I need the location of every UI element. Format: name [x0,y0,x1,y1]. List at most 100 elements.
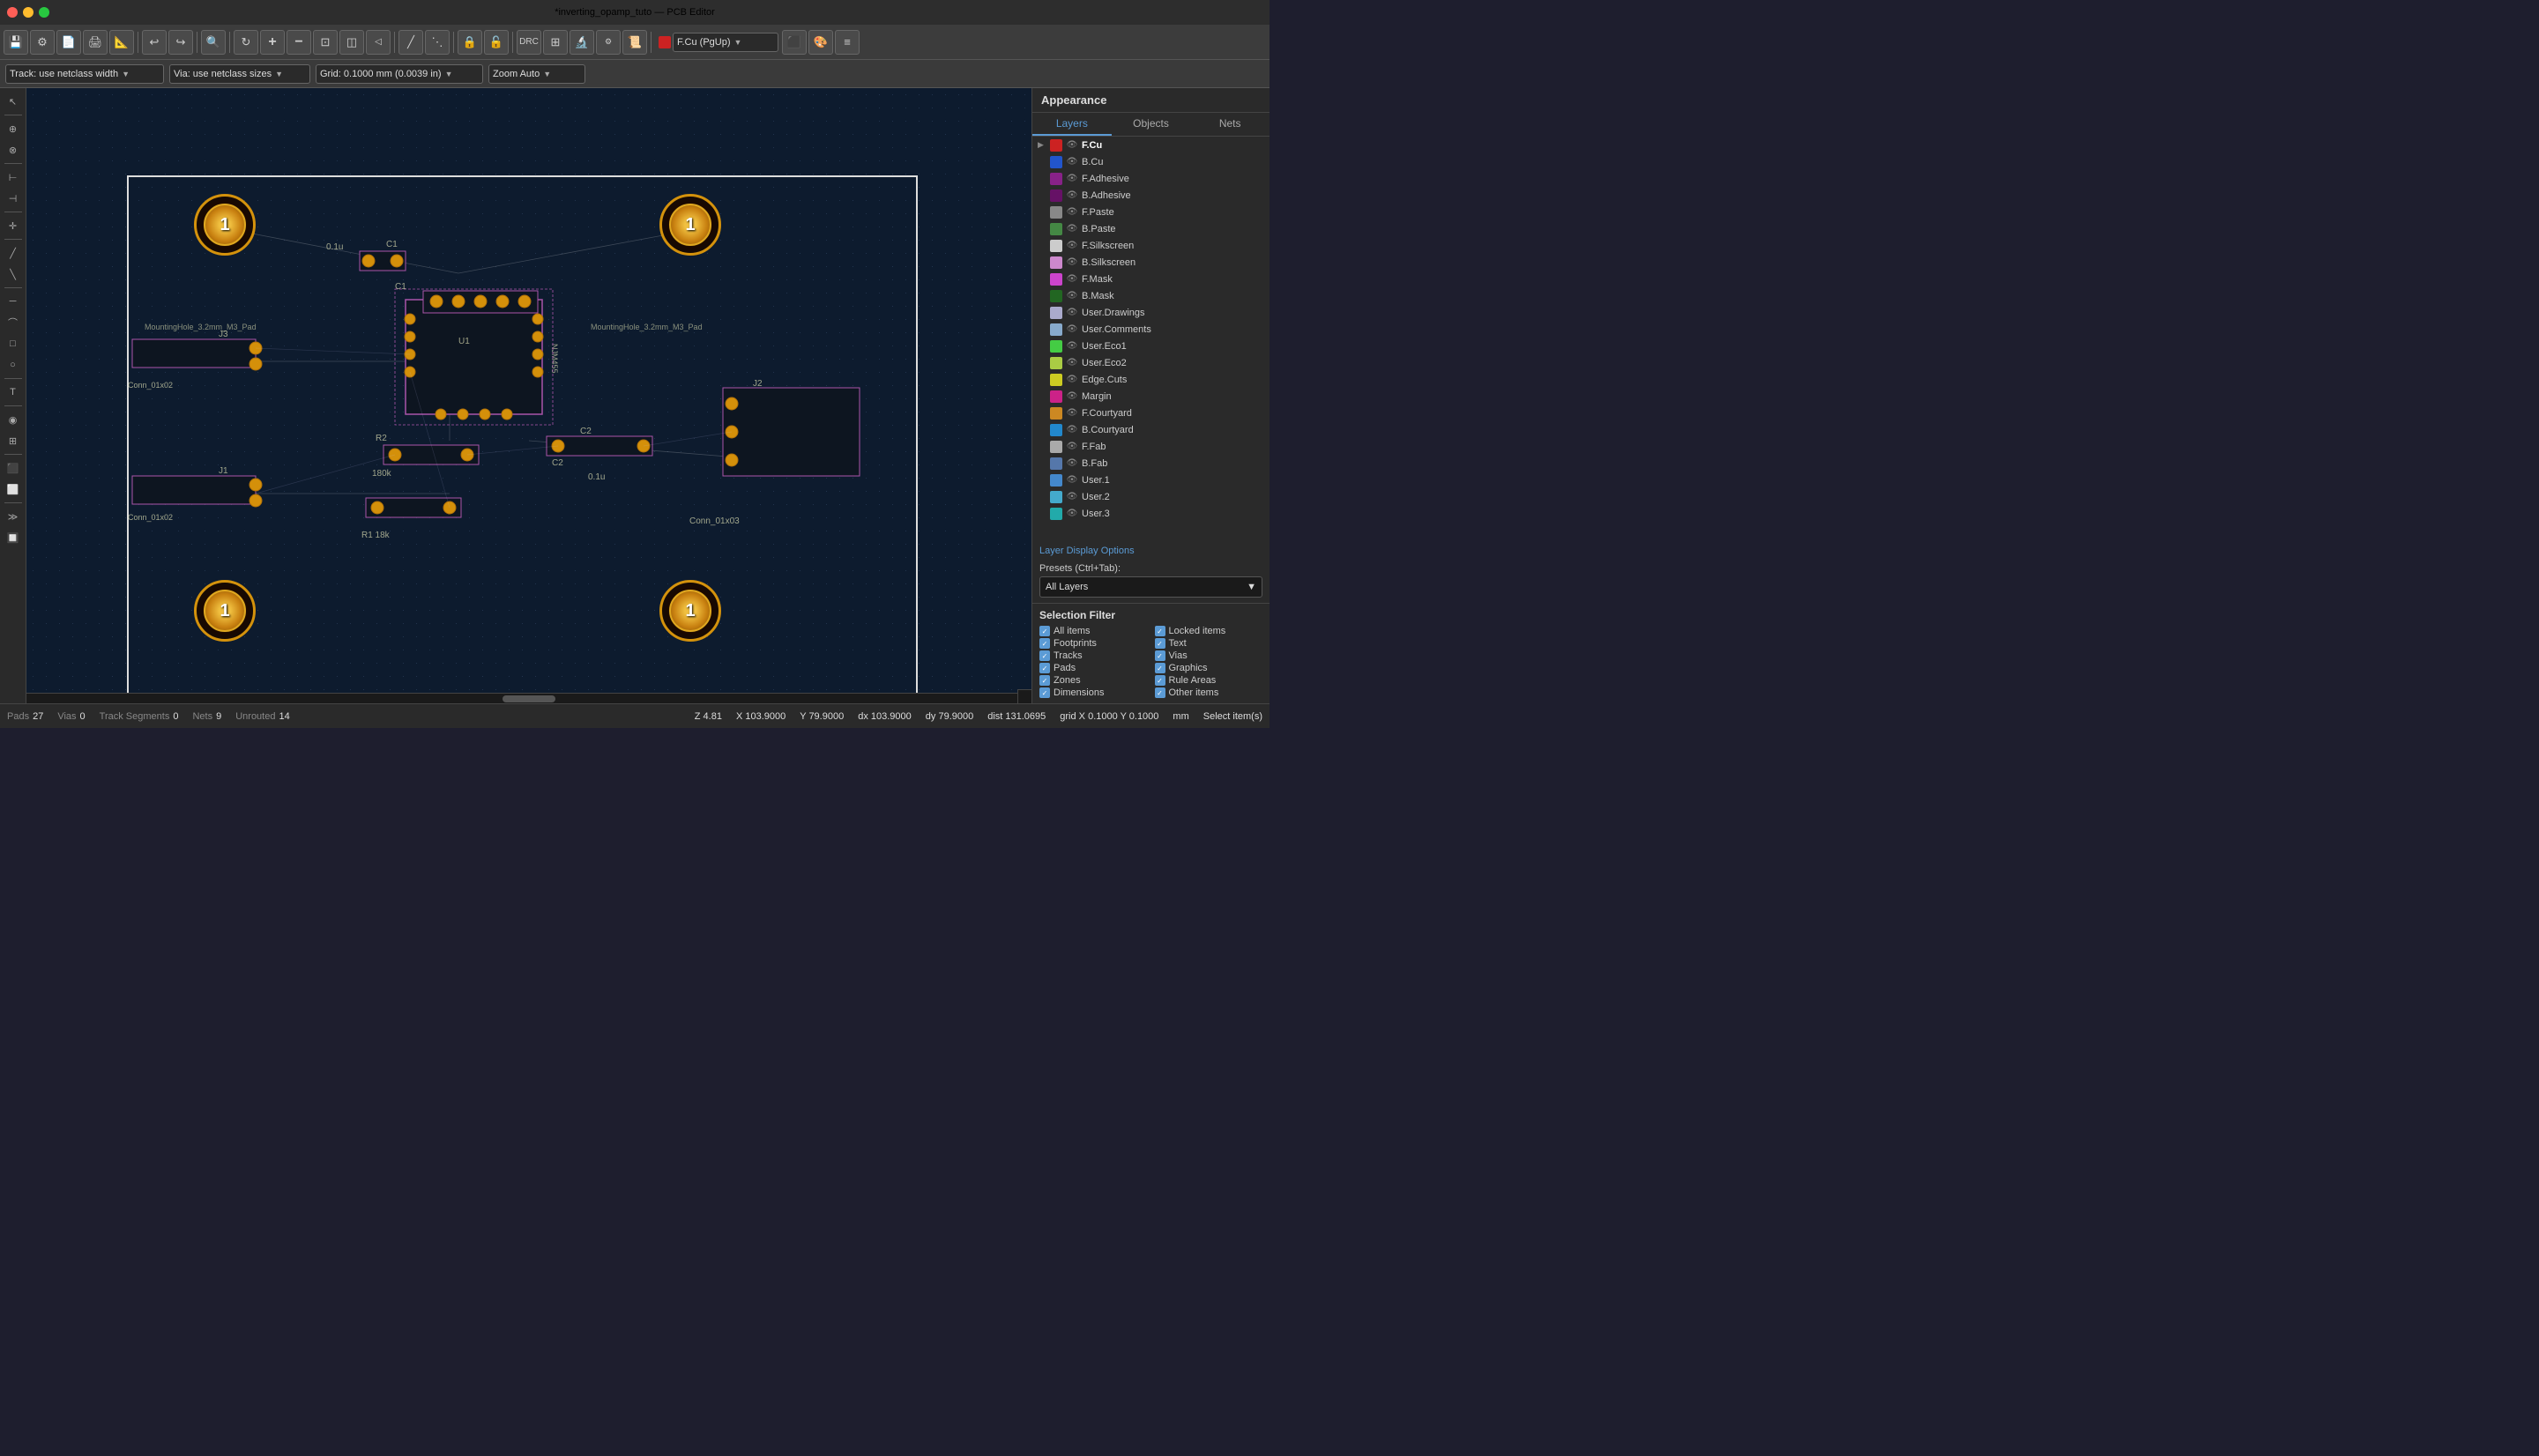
pcb-canvas[interactable]: U1 NJM455 0.1u C1 C1 [26,88,1031,703]
refresh-button[interactable]: ↻ [234,30,258,55]
net-inspector-button[interactable]: 🔬 [570,30,594,55]
layer-visibility-toggle[interactable]: 👁 [1066,139,1078,152]
unlock-button[interactable]: 🔓 [484,30,509,55]
layer-item-f-paste[interactable]: 👁 F.Paste [1032,204,1270,220]
layer-item-user-2[interactable]: 👁 User.2 [1032,488,1270,505]
layer-item-b-paste[interactable]: 👁 B.Paste [1032,220,1270,237]
layer-item-f-fab[interactable]: 👁 F.Fab [1032,438,1270,455]
layer-visibility-toggle[interactable]: 👁 [1066,223,1078,235]
tab-nets[interactable]: Nets [1190,113,1270,136]
layer-item-f-mask[interactable]: 👁 F.Mask [1032,271,1270,287]
mounting-hole-bl[interactable]: 1 [194,580,256,642]
scripting-console[interactable]: ≫ [4,507,23,526]
layer-visibility-toggle[interactable]: 👁 [1066,390,1078,403]
sf-checkbox[interactable]: ✓ [1039,650,1050,661]
3d-viewer[interactable]: 🔲 [4,528,23,547]
add-text-tool[interactable]: T [4,383,23,402]
layer-visibility-toggle[interactable]: 👁 [1066,340,1078,353]
zoom-select[interactable]: Zoom Auto ▼ [488,64,585,84]
add-footprint-tool[interactable]: ✛ [4,216,23,235]
layer-visibility-toggle[interactable]: 👁 [1066,156,1078,168]
layer-item-b-mask[interactable]: 👁 B.Mask [1032,287,1270,304]
close-button[interactable] [7,7,18,18]
sf-checkbox[interactable]: ✓ [1155,626,1165,636]
footprint-button[interactable]: ⊞ [543,30,568,55]
properties-button[interactable]: ≡ [835,30,860,55]
track-width-select[interactable]: Track: use netclass width ▼ [5,64,164,84]
layer-visibility-toggle[interactable]: 👁 [1066,290,1078,302]
save-button[interactable]: 💾 [4,30,28,55]
zoom-out-button[interactable]: − [287,30,311,55]
sf-checkbox[interactable]: ✓ [1039,638,1050,649]
redo-button[interactable]: ↪ [168,30,193,55]
page-button[interactable]: 📄 [56,30,81,55]
sf-checkbox[interactable]: ✓ [1155,687,1165,698]
layer-item-b-silkscreen[interactable]: 👁 B.Silkscreen [1032,254,1270,271]
route-single-button[interactable]: ╱ [398,30,423,55]
presets-select[interactable]: All Layers ▼ [1039,576,1262,598]
minimize-button[interactable] [23,7,34,18]
layer-item-b-courtyard[interactable]: 👁 B.Courtyard [1032,421,1270,438]
plot-button[interactable]: 📐 [109,30,134,55]
layer-item-b-adhesive[interactable]: 👁 B.Adhesive [1032,187,1270,204]
measure-tool[interactable]: ⊢ [4,167,23,187]
layer-item-b-fab[interactable]: 👁 B.Fab [1032,455,1270,472]
add-via-tool[interactable]: ◉ [4,410,23,429]
local-ratsnest-tool[interactable]: ⊗ [4,140,23,160]
via-size-select[interactable]: Via: use netclass sizes ▼ [169,64,310,84]
layer-item-f-courtyard[interactable]: 👁 F.Courtyard [1032,405,1270,421]
drc-button[interactable]: DRC [517,30,541,55]
scroll-thumb[interactable] [503,695,555,702]
sf-checkbox[interactable]: ✓ [1155,650,1165,661]
layer-visibility-toggle[interactable]: 👁 [1066,189,1078,202]
fab-button[interactable]: ⚙ [30,30,55,55]
sf-checkbox[interactable]: ✓ [1039,687,1050,698]
lock-button[interactable]: 🔒 [458,30,482,55]
active-layer-select[interactable]: F.Cu (PgUp) ▼ [673,33,778,52]
layer-item-user-drawings[interactable]: 👁 User.Drawings [1032,304,1270,321]
layer-visibility-toggle[interactable]: 👁 [1066,273,1078,286]
layer-visibility-toggle[interactable]: 👁 [1066,508,1078,520]
sf-checkbox[interactable]: ✓ [1039,675,1050,686]
pad-tool[interactable]: ⊞ [4,431,23,450]
mounting-hole-tr[interactable]: 1 [659,194,721,256]
layer-visibility-toggle[interactable]: 👁 [1066,307,1078,319]
layer-visibility-toggle[interactable]: 👁 [1066,206,1078,219]
layer-item-user-3[interactable]: 👁 User.3 [1032,505,1270,522]
layer-visibility-toggle[interactable]: 👁 [1066,491,1078,503]
board-setup-button[interactable]: ⚙ [596,30,621,55]
layer-item-user-1[interactable]: 👁 User.1 [1032,472,1270,488]
draw-rect-tool[interactable]: □ [4,334,23,353]
layer-visibility-toggle[interactable]: 👁 [1066,457,1078,470]
layer-item-user-eco1[interactable]: 👁 User.Eco1 [1032,338,1270,354]
layer-item-f-adhesive[interactable]: 👁 F.Adhesive [1032,170,1270,187]
layer-item-edge-cuts[interactable]: 👁 Edge.Cuts [1032,371,1270,388]
draw-line-tool[interactable]: ─ [4,292,23,311]
tab-layers[interactable]: Layers [1032,113,1112,136]
sf-checkbox[interactable]: ✓ [1155,663,1165,673]
layer-visibility-toggle[interactable]: 👁 [1066,240,1078,252]
mounting-hole-br[interactable]: 1 [659,580,721,642]
highlight-net-tool[interactable]: ⊕ [4,119,23,138]
pcb-canvas-area[interactable]: U1 NJM455 0.1u C1 C1 [26,88,1031,703]
dimension-tool[interactable]: ⊣ [4,189,23,208]
undo-button[interactable]: ↩ [142,30,167,55]
layer-visibility-toggle[interactable]: 👁 [1066,256,1078,269]
zoom-in-button[interactable]: + [260,30,285,55]
layer-item-user-eco2[interactable]: 👁 User.Eco2 [1032,354,1270,371]
layer-visibility-toggle[interactable]: 👁 [1066,374,1078,386]
layer-item-f-cu[interactable]: ▶ 👁 F.Cu [1032,137,1270,153]
draw-arc-tool[interactable]: ⌒ [4,313,23,332]
grid-select[interactable]: Grid: 0.1000 mm (0.0039 in) ▼ [316,64,483,84]
mounting-hole-tl[interactable]: 1 [194,194,256,256]
layer-item-b-cu[interactable]: 👁 B.Cu [1032,153,1270,170]
route-diff-button[interactable]: ⋱ [425,30,450,55]
layer-visibility-toggle[interactable]: 👁 [1066,173,1078,185]
tab-objects[interactable]: Objects [1112,113,1191,136]
route-diff-pair-tool[interactable]: ╲ [4,264,23,284]
layer-item-f-silkscreen[interactable]: 👁 F.Silkscreen [1032,237,1270,254]
print-button[interactable]: 🖨 [83,30,108,55]
zone-tool[interactable]: ⬛ [4,458,23,478]
layer-visibility-toggle[interactable]: 👁 [1066,424,1078,436]
layer-item-user-comments[interactable]: 👁 User.Comments [1032,321,1270,338]
